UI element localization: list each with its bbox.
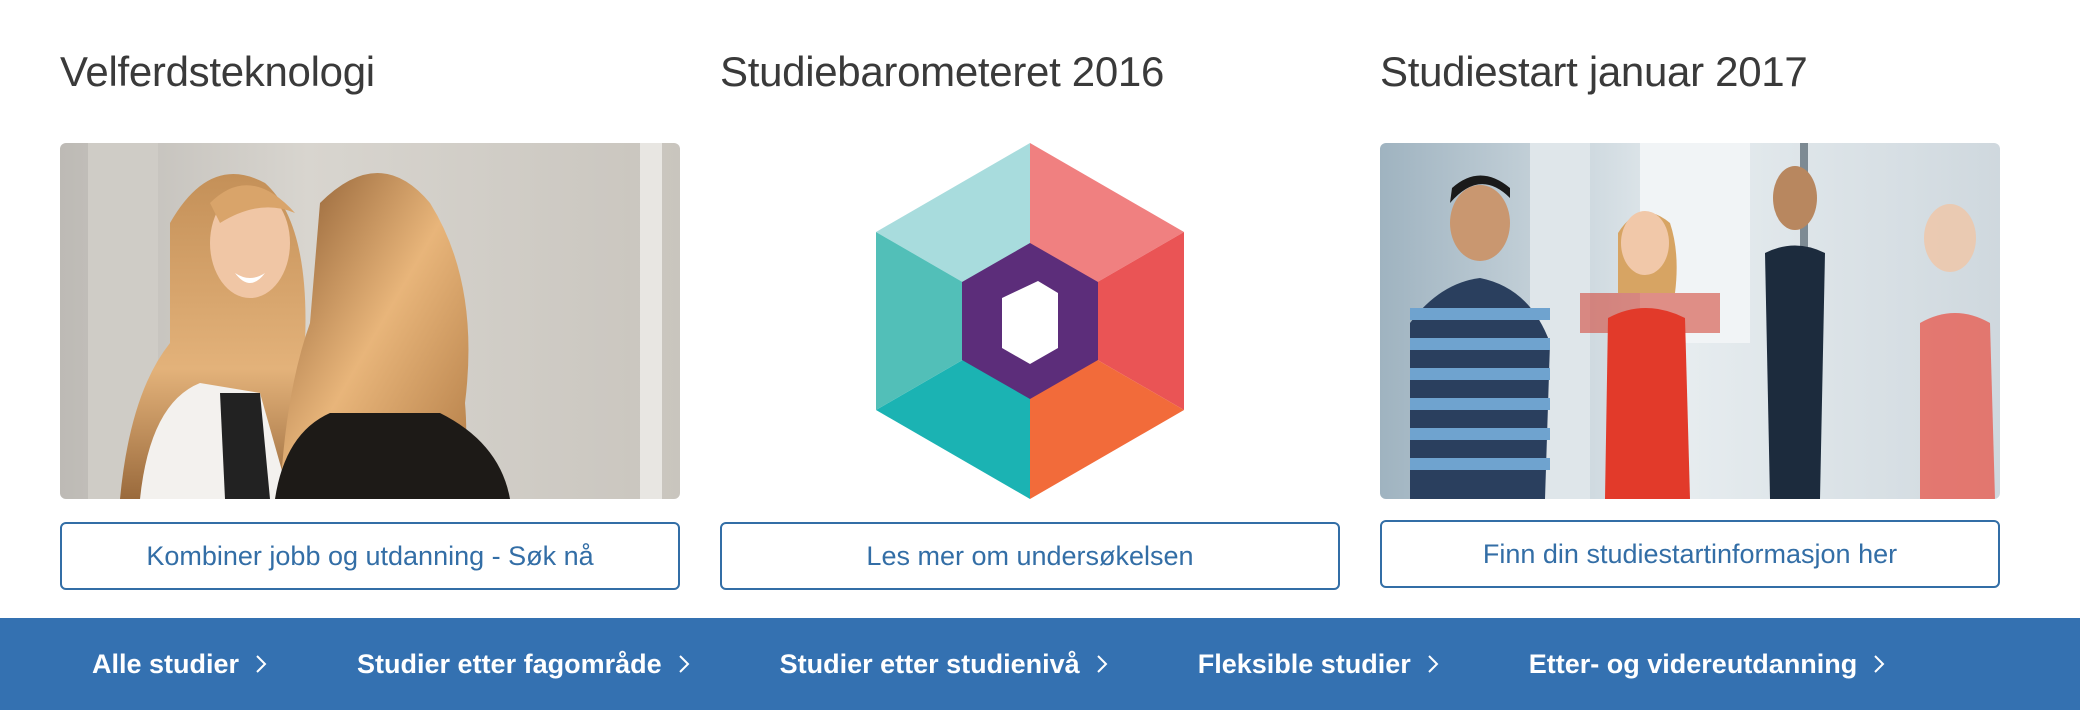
- apply-now-button[interactable]: Kombiner jobb og utdanning - Søk nå: [60, 522, 680, 590]
- nav-item-label: Studier etter fagområde: [357, 648, 662, 679]
- photo-two-women-talking[interactable]: [60, 143, 680, 499]
- nav-item-label: Studier etter studienivå: [779, 648, 1080, 679]
- nav-item-label: Etter- og videreutdanning: [1528, 648, 1858, 679]
- read-more-survey-button[interactable]: Les mer om undersøkelsen: [720, 522, 1340, 590]
- nav-item-studieniva[interactable]: Studier etter studienivå: [780, 649, 1108, 680]
- card-title: Studiebarometeret 2016: [720, 48, 1165, 95]
- chevron-right-icon: [678, 655, 690, 673]
- nav-item-label: Alle studier: [92, 648, 240, 679]
- card-title: Velferdsteknologi: [60, 48, 375, 95]
- nav-item-fleksible-studier[interactable]: Fleksible studier: [1198, 649, 1439, 680]
- card-title: Studiestart januar 2017: [1380, 48, 1808, 95]
- chevron-right-icon: [1096, 655, 1108, 673]
- studiebarometeret-logo: [720, 143, 1340, 499]
- study-navigation-bar: Alle studier Studier etter fagområde Stu…: [0, 618, 2080, 710]
- photo-students-talking[interactable]: [1380, 143, 2000, 499]
- nav-item-etter-videreutdanning[interactable]: Etter- og videreutdanning: [1529, 649, 1886, 680]
- studystart-info-button[interactable]: Finn din studiestartinformasjon her: [1380, 520, 2000, 588]
- nav-item-fagomrade[interactable]: Studier etter fagområde: [357, 649, 690, 680]
- nav-item-label: Fleksible studier: [1197, 648, 1411, 679]
- nav-item-alle-studier[interactable]: Alle studier: [92, 649, 267, 680]
- chevron-right-icon: [1874, 655, 1885, 673]
- chevron-right-icon: [256, 655, 267, 673]
- chevron-right-icon: [1428, 655, 1439, 673]
